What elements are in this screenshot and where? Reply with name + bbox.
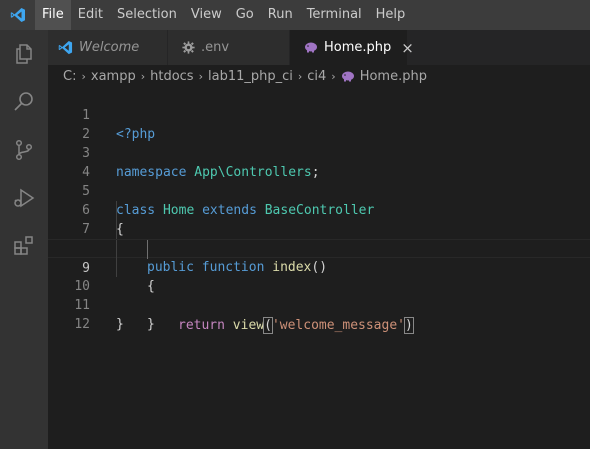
code-line: 12 bbox=[48, 296, 590, 332]
menu-run[interactable]: Run bbox=[261, 0, 300, 30]
chevron-right-icon: › bbox=[331, 69, 336, 83]
breadcrumb-item[interactable]: xampp bbox=[91, 69, 136, 84]
menu-edit[interactable]: Edit bbox=[71, 0, 110, 30]
line-number: 12 bbox=[74, 317, 90, 332]
code-token: 'welcome_message' bbox=[271, 318, 405, 333]
indent-guide bbox=[116, 240, 117, 259]
code-line: 5 class Home extends BaseController bbox=[48, 163, 590, 218]
vscode-logo-icon bbox=[0, 0, 35, 30]
menu-help[interactable]: Help bbox=[369, 0, 413, 30]
php-elephant-icon bbox=[304, 42, 318, 53]
chevron-right-icon: › bbox=[198, 69, 203, 83]
code-line: 7 public function index() bbox=[48, 201, 590, 275]
tab-welcome[interactable]: Welcome bbox=[48, 30, 168, 65]
breadcrumb-item[interactable]: C: bbox=[63, 69, 76, 84]
code-line: 3 namespace App\Controllers; bbox=[48, 125, 590, 180]
menu-selection[interactable]: Selection bbox=[110, 0, 184, 30]
title-bar: File Edit Selection View Go Run Terminal… bbox=[0, 0, 590, 30]
breadcrumb-item[interactable]: htdocs bbox=[150, 69, 193, 84]
activity-bar bbox=[0, 30, 48, 449]
menu-bar: File Edit Selection View Go Run Terminal… bbox=[35, 0, 412, 30]
code-token: } bbox=[147, 317, 155, 332]
tab-env[interactable]: .env bbox=[168, 30, 290, 65]
code-token: view bbox=[232, 318, 265, 333]
menu-terminal[interactable]: Terminal bbox=[300, 0, 369, 30]
menu-go[interactable]: Go bbox=[229, 0, 261, 30]
code-line: 10 } bbox=[48, 258, 590, 332]
search-icon[interactable] bbox=[0, 78, 48, 126]
code-line: 4 bbox=[48, 144, 590, 180]
menu-file[interactable]: File bbox=[35, 0, 71, 30]
run-debug-icon[interactable] bbox=[0, 174, 48, 222]
code-token: ( bbox=[263, 317, 273, 334]
tab-home-php[interactable]: Home.php × bbox=[290, 30, 414, 65]
code-token: } bbox=[116, 317, 124, 332]
code-editor[interactable]: 1 <?php 2 3 namespace App\Controllers; 4… bbox=[48, 87, 590, 449]
chevron-right-icon: › bbox=[81, 69, 86, 83]
breadcrumb: C: › xampp › htdocs › lab11_php_ci › ci4… bbox=[48, 65, 590, 87]
tab-label: Home.php bbox=[324, 40, 392, 55]
tab-label: Welcome bbox=[79, 40, 140, 55]
code-line: 11 } bbox=[48, 277, 590, 332]
extensions-icon[interactable] bbox=[0, 222, 48, 270]
vscode-logo-icon bbox=[58, 40, 73, 55]
indent-guide bbox=[116, 258, 117, 277]
breadcrumb-item[interactable]: lab11_php_ci bbox=[208, 69, 293, 84]
tab-label: .env bbox=[201, 40, 230, 55]
code-line: 2 bbox=[48, 106, 590, 142]
code-token: ) bbox=[404, 317, 414, 334]
indent-guide bbox=[116, 201, 117, 220]
chevron-right-icon: › bbox=[140, 69, 146, 83]
code-line: 6 { bbox=[48, 182, 590, 237]
breadcrumb-item[interactable]: Home.php bbox=[360, 69, 427, 84]
breadcrumb-item[interactable]: ci4 bbox=[307, 69, 326, 84]
source-control-icon[interactable] bbox=[0, 126, 48, 174]
php-elephant-icon bbox=[341, 71, 355, 82]
menu-view[interactable]: View bbox=[184, 0, 229, 30]
explorer-icon[interactable] bbox=[0, 30, 48, 78]
chevron-right-icon: › bbox=[297, 69, 303, 83]
close-icon[interactable]: × bbox=[401, 39, 414, 57]
editor-tabs: Welcome .env Home.php × bbox=[48, 30, 590, 65]
code-line-current: 9 return view('welcome_message') bbox=[48, 239, 590, 334]
indent-guide bbox=[116, 220, 117, 239]
indent-guide bbox=[147, 240, 148, 259]
code-line: 8 { bbox=[48, 220, 590, 294]
gear-icon bbox=[182, 41, 195, 54]
code-token: return bbox=[178, 318, 225, 333]
code-line: 1 <?php bbox=[48, 87, 590, 142]
